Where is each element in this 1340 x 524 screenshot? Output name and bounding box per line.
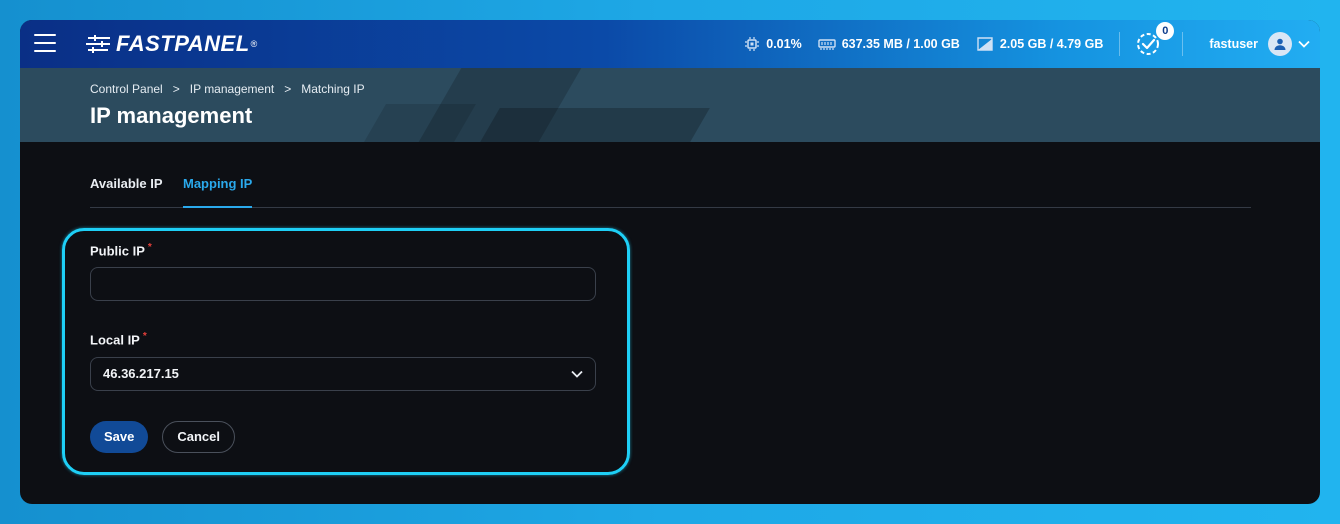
disk-stat: 2.05 GB / 4.79 GB (976, 36, 1104, 52)
public-ip-label: Public IP * (90, 242, 596, 258)
local-ip-selected-value: 46.36.217.15 (103, 366, 179, 382)
divider (1119, 32, 1121, 56)
save-button[interactable]: Save (90, 420, 149, 453)
local-ip-label-text: Local IP (90, 332, 140, 348)
tasks-button[interactable]: 0 (1134, 22, 1175, 58)
top-header: FASTPANEL ® 0.01% 637.35 MB / 1.00 GB 2.… (20, 20, 1320, 68)
breadcrumb-matching-ip: Matching IP (301, 82, 365, 96)
required-mark: * (147, 242, 152, 253)
public-ip-field-group: Public IP * (90, 242, 596, 302)
logo-text: FASTPANEL (116, 31, 250, 56)
logo-mark-icon (86, 34, 112, 54)
breadcrumb-ip-management[interactable]: IP management (190, 82, 275, 96)
ram-value: 637.35 MB / 1.00 GB (841, 37, 960, 51)
logo-registered-mark: ® (250, 39, 258, 49)
local-ip-select[interactable]: 46.36.217.15 (90, 356, 596, 391)
page-banner: Control Panel > IP management > Matching… (20, 68, 1320, 142)
disk-icon (977, 37, 993, 51)
app-window: FASTPANEL ® 0.01% 637.35 MB / 1.00 GB 2.… (20, 20, 1320, 504)
cpu-icon (745, 37, 760, 51)
ram-icon (818, 39, 836, 50)
disk-value: 2.05 GB / 4.79 GB (999, 37, 1104, 51)
tab-available-ip[interactable]: Available IP (90, 176, 163, 208)
breadcrumb: Control Panel > IP management > Matching… (90, 82, 365, 96)
divider (1182, 32, 1184, 56)
cpu-value: 0.01% (766, 37, 802, 51)
tab-bar: Available IP Mapping IP (90, 176, 1251, 208)
cpu-stat: 0.01% (744, 36, 802, 52)
menu-icon[interactable] (34, 34, 56, 52)
mapping-ip-form: Public IP * Local IP * 46.36.217.15 Save C… (90, 242, 596, 453)
breadcrumb-separator: > (172, 82, 180, 96)
resource-stats: 0.01% 637.35 MB / 1.00 GB 2.05 GB / 4.79… (744, 20, 1320, 68)
public-ip-input[interactable] (90, 267, 596, 302)
username: fastuser (1209, 37, 1258, 51)
tab-mapping-ip[interactable]: Mapping IP (183, 176, 253, 208)
local-ip-label: Local IP * (90, 331, 596, 347)
local-ip-field-group: Local IP * 46.36.217.15 (90, 331, 596, 391)
form-actions: Save Cancel (90, 420, 596, 453)
chevron-down-icon (1298, 40, 1310, 48)
public-ip-label-text: Public IP (90, 243, 145, 259)
required-mark: * (142, 331, 147, 343)
breadcrumb-separator: > (284, 82, 292, 96)
ram-stat: 637.35 MB / 1.00 GB (818, 37, 960, 51)
page-title: IP management (90, 103, 253, 128)
breadcrumb-control-panel[interactable]: Control Panel (90, 82, 163, 96)
cancel-button[interactable]: Cancel (162, 420, 236, 453)
chevron-down-icon (571, 370, 583, 378)
tasks-count-badge: 0 (1156, 22, 1175, 40)
user-avatar-icon (1268, 32, 1292, 56)
user-menu[interactable]: fastuser (1209, 32, 1310, 56)
logo[interactable]: FASTPANEL ® (86, 31, 257, 57)
